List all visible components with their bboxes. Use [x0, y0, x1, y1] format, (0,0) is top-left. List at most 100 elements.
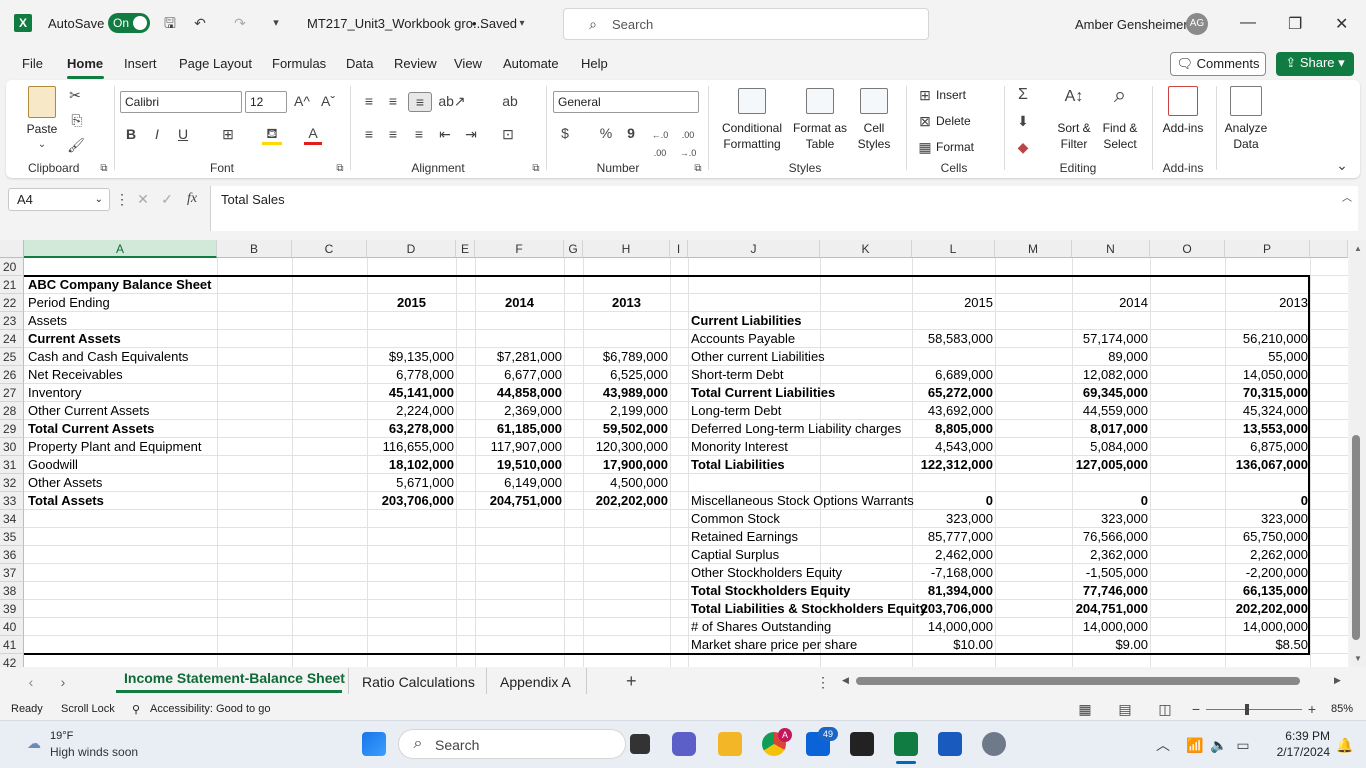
column-header-p[interactable]: P — [1225, 240, 1310, 258]
cell-l39[interactable]: 203,706,000 — [912, 600, 993, 618]
menu-home[interactable]: Home — [67, 56, 103, 71]
scroll-right-icon[interactable]: ▶ — [1334, 675, 1341, 686]
zoom-slider[interactable] — [1206, 709, 1302, 710]
cell-p29[interactable]: 13,553,000 — [1225, 420, 1308, 438]
delete-cells-label[interactable]: Delete — [936, 114, 971, 128]
cell-h22[interactable]: 2013 — [583, 294, 670, 312]
format-as-table-label-1[interactable]: Format as — [790, 121, 850, 135]
cell-p28[interactable]: 45,324,000 — [1225, 402, 1308, 420]
cell-a26[interactable]: Net Receivables — [28, 366, 218, 384]
column-header-n[interactable]: N — [1072, 240, 1150, 258]
format-as-table-label-2[interactable]: Table — [790, 137, 850, 151]
confirm-entry-icon[interactable]: ✓ — [158, 190, 176, 208]
menu-formulas[interactable]: Formulas — [272, 56, 326, 71]
taskbar-search[interactable]: ⌕ Search — [398, 729, 626, 759]
cell-l37[interactable]: -7,168,000 — [912, 564, 993, 582]
clock-date[interactable]: 2/17/2024 — [1262, 745, 1330, 759]
delete-cells-icon[interactable]: ⊠ — [916, 112, 934, 130]
cell-a25[interactable]: Cash and Cash Equivalents — [28, 348, 218, 366]
share-button[interactable]: ⇪ Share ▾ — [1276, 52, 1354, 76]
cell-d29[interactable]: 63,278,000 — [367, 420, 454, 438]
cell-h30[interactable]: 120,300,000 — [583, 438, 668, 456]
clock-time[interactable]: 6:39 PM — [1270, 729, 1330, 743]
row-header-24[interactable]: 24 — [0, 330, 24, 348]
cell-n35[interactable]: 76,566,000 — [1072, 528, 1148, 546]
cell-p30[interactable]: 6,875,000 — [1225, 438, 1308, 456]
cell-f31[interactable]: 19,510,000 — [475, 456, 562, 474]
cell-p40[interactable]: 14,000,000 — [1225, 618, 1308, 636]
minimize-icon[interactable]: — — [1240, 14, 1256, 32]
percent-button[interactable]: % — [596, 124, 616, 142]
select-all-corner[interactable] — [0, 240, 24, 258]
chevron-up-icon[interactable]: ︿ — [1156, 736, 1170, 754]
cell-d31[interactable]: 18,102,000 — [367, 456, 454, 474]
column-header-a[interactable]: A — [24, 240, 217, 258]
horizontal-scrollbar[interactable]: ◀ ▶ — [840, 674, 1348, 688]
cell-j23[interactable]: Current Liabilities — [691, 312, 915, 330]
row-header-25[interactable]: 25 — [0, 348, 24, 366]
formula-input[interactable]: Total Sales — [210, 186, 1358, 231]
row-header-42[interactable]: 42 — [0, 654, 24, 667]
cell-h32[interactable]: 4,500,000 — [583, 474, 668, 492]
cell-l29[interactable]: 8,805,000 — [912, 420, 993, 438]
cell-j40[interactable]: # of Shares Outstanding — [691, 618, 915, 636]
column-header-overflow[interactable] — [1310, 240, 1348, 258]
cell-a30[interactable]: Property Plant and Equipment — [28, 438, 218, 456]
windows-start-icon[interactable] — [362, 732, 386, 756]
cell-n31[interactable]: 127,005,000 — [1072, 456, 1148, 474]
format-as-table-icon[interactable] — [806, 88, 834, 114]
battery-icon[interactable]: ▭ — [1234, 736, 1252, 754]
cell-l28[interactable]: 43,692,000 — [912, 402, 993, 420]
cell-n37[interactable]: -1,505,000 — [1072, 564, 1148, 582]
align-right-icon[interactable]: ≡ — [410, 125, 428, 143]
copy-icon[interactable]: ⎘ — [66, 111, 88, 129]
cell-h29[interactable]: 59,502,000 — [583, 420, 668, 438]
cell-d30[interactable]: 116,655,000 — [367, 438, 454, 456]
paste-icon[interactable] — [28, 86, 56, 118]
undo-icon[interactable]: ↶ — [190, 14, 210, 32]
cell-j39[interactable]: Total Liabilities & Stockholders Equity — [691, 600, 927, 618]
cell-a32[interactable]: Other Assets — [28, 474, 218, 492]
cell-n38[interactable]: 77,746,000 — [1072, 582, 1148, 600]
cell-p37[interactable]: -2,200,000 — [1225, 564, 1308, 582]
cell-p41[interactable]: $8.50 — [1225, 636, 1308, 654]
collapse-ribbon-icon[interactable]: ⌄ — [1334, 156, 1350, 174]
row-header-41[interactable]: 41 — [0, 636, 24, 654]
cell-p38[interactable]: 66,135,000 — [1225, 582, 1308, 600]
column-header-i[interactable]: I — [670, 240, 688, 258]
cell-f29[interactable]: 61,185,000 — [475, 420, 562, 438]
weather-temperature[interactable]: 19°F — [50, 730, 73, 742]
wifi-icon[interactable]: 📶 — [1186, 736, 1204, 754]
paste-button-label[interactable]: Paste — [24, 122, 60, 136]
cell-f30[interactable]: 117,907,000 — [475, 438, 562, 456]
cell-h27[interactable]: 43,989,000 — [583, 384, 668, 402]
cell-d32[interactable]: 5,671,000 — [367, 474, 454, 492]
row-header-40[interactable]: 40 — [0, 618, 24, 636]
cell-j30[interactable]: Monority Interest — [691, 438, 915, 456]
decrease-indent-icon[interactable]: ⇤ — [436, 125, 454, 143]
column-header-k[interactable]: K — [820, 240, 912, 258]
add-ins-icon[interactable] — [1168, 86, 1198, 116]
scroll-up-icon[interactable]: ▲ — [1354, 244, 1362, 253]
row-header-21[interactable]: 21 — [0, 276, 24, 294]
cell-a24[interactable]: Current Assets — [28, 330, 218, 348]
cell-a29[interactable]: Total Current Assets — [28, 420, 218, 438]
fill-color-icon[interactable]: ⛾ — [262, 124, 282, 145]
cell-h26[interactable]: 6,525,000 — [583, 366, 668, 384]
conditional-formatting-label-1[interactable]: Conditional — [712, 121, 792, 135]
column-header-g[interactable]: G — [564, 240, 583, 258]
cell-l31[interactable]: 122,312,000 — [912, 456, 993, 474]
font-size-select[interactable]: 12 — [245, 91, 287, 113]
search-box[interactable]: ⌕ Search — [563, 8, 929, 40]
cell-n27[interactable]: 69,345,000 — [1072, 384, 1148, 402]
avatar[interactable]: AG — [1186, 13, 1208, 35]
name-box[interactable]: A4 ⌄ — [8, 188, 110, 211]
customize-toolbar-icon[interactable]: ▾ — [268, 14, 284, 32]
cell-n39[interactable]: 204,751,000 — [1072, 600, 1148, 618]
cell-l36[interactable]: 2,462,000 — [912, 546, 993, 564]
volume-icon[interactable]: 🔈 — [1210, 736, 1228, 754]
analyze-data-icon[interactable] — [1230, 86, 1262, 116]
cell-l30[interactable]: 4,543,000 — [912, 438, 993, 456]
cell-j31[interactable]: Total Liabilities — [691, 456, 915, 474]
cell-l26[interactable]: 6,689,000 — [912, 366, 993, 384]
